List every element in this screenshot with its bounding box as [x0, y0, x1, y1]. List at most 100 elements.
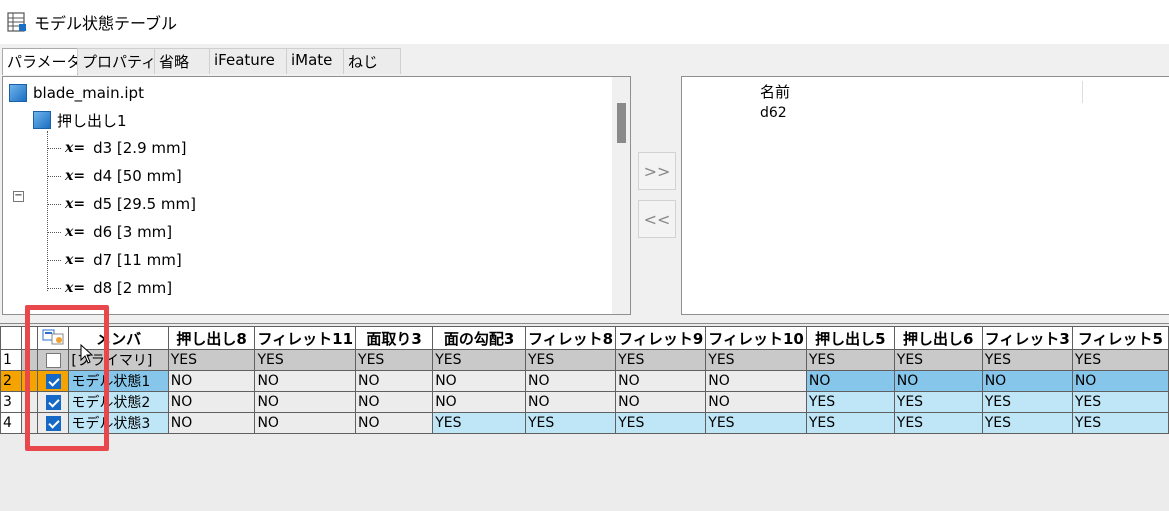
value-cell[interactable]: NO	[167, 412, 256, 434]
remove-parameter-button[interactable]: <<	[638, 200, 676, 238]
column-header[interactable]: 押し出し8	[167, 326, 256, 350]
value-cell[interactable]: NO	[705, 391, 807, 413]
row-number[interactable]: 2	[0, 370, 22, 392]
value-cell[interactable]: NO	[254, 391, 357, 413]
tree-item-param[interactable]: x= d8 [2 mm]	[47, 276, 172, 300]
column-header-name[interactable]: 名前	[760, 81, 790, 102]
value-cell[interactable]: YES	[167, 349, 256, 371]
value-cell[interactable]: YES	[254, 349, 357, 371]
value-cell[interactable]: NO	[254, 370, 357, 392]
value-cell[interactable]: YES	[981, 349, 1073, 371]
value-cell[interactable]: YES	[893, 412, 983, 434]
table-row[interactable]: 3 モデル状態2 NO NO NO NO NO NO NO YES YES YES YES	[0, 391, 1169, 413]
include-cell[interactable]	[37, 349, 70, 371]
value-cell[interactable]: NO	[524, 370, 617, 392]
tab-parameters[interactable]: パラメータ	[2, 48, 82, 75]
member-name-cell[interactable]: モデル状態1	[68, 370, 169, 392]
table-row[interactable]: 4 モデル状態3 NO NO NO YES YES YES YES YES YES YES YES	[0, 412, 1169, 434]
tree-item-param[interactable]: x= d5 [29.5 mm]	[47, 192, 196, 216]
member-name-cell[interactable]: モデル状態2	[68, 391, 169, 413]
tab-suppression[interactable]: 省略	[154, 48, 210, 74]
value-cell[interactable]: NO	[355, 391, 434, 413]
column-header[interactable]: 押し出し6	[893, 326, 983, 350]
tree-item-feature[interactable]: 押し出し1	[33, 108, 127, 132]
value-cell[interactable]: YES	[524, 349, 617, 371]
value-cell[interactable]: YES	[615, 349, 707, 371]
value-cell[interactable]: NO	[167, 370, 256, 392]
value-cell[interactable]: NO	[705, 370, 807, 392]
include-cell[interactable]	[37, 370, 70, 392]
value-cell[interactable]: YES	[805, 349, 895, 371]
column-header[interactable]: フィレット8	[524, 326, 617, 350]
value-cell[interactable]: YES	[615, 412, 707, 434]
value-cell[interactable]: YES	[355, 349, 434, 371]
value-cell[interactable]: YES	[432, 412, 526, 434]
column-header[interactable]: フィレット3	[981, 326, 1073, 350]
member-name-cell[interactable]: モデル状態3	[68, 412, 169, 434]
value-cell[interactable]: NO	[524, 391, 617, 413]
include-checkbox[interactable]	[45, 352, 61, 368]
collapse-icon[interactable]: −	[13, 191, 24, 202]
column-header[interactable]: 面の勾配3	[432, 326, 526, 350]
tab-ifeature[interactable]: iFeature	[209, 48, 287, 74]
value-cell[interactable]: YES	[705, 412, 807, 434]
value-cell[interactable]: YES	[981, 391, 1073, 413]
value-cell[interactable]: YES	[1071, 391, 1169, 413]
value-cell[interactable]: NO	[893, 370, 983, 392]
value-cell[interactable]: NO	[355, 370, 434, 392]
add-parameter-button[interactable]: >>	[638, 152, 676, 190]
value-cell[interactable]: YES	[981, 412, 1073, 434]
value-cell[interactable]: NO	[805, 370, 895, 392]
spacer-cell	[20, 412, 39, 434]
value-cell[interactable]: NO	[615, 370, 707, 392]
tab-thread[interactable]: ねじ	[343, 48, 401, 74]
scroll-thumb[interactable]	[617, 103, 626, 143]
tree-item-param[interactable]: x= d7 [11 mm]	[47, 248, 182, 272]
value-cell[interactable]: YES	[705, 349, 807, 371]
parameter-icon: x=	[65, 252, 86, 268]
value-cell[interactable]: NO	[615, 391, 707, 413]
value-cell[interactable]: YES	[524, 412, 617, 434]
column-header[interactable]: 面取り3	[355, 326, 434, 350]
value-cell[interactable]: NO	[1071, 370, 1169, 392]
row-number[interactable]: 4	[0, 412, 22, 434]
value-cell[interactable]: NO	[981, 370, 1073, 392]
tree-item-param[interactable]: x= d6 [3 mm]	[47, 220, 172, 244]
include-cell[interactable]	[37, 391, 70, 413]
tab-properties[interactable]: プロパティ	[77, 48, 156, 74]
value-cell[interactable]: YES	[893, 349, 983, 371]
column-header[interactable]: フィレット9	[615, 326, 707, 350]
value-cell[interactable]: YES	[805, 391, 895, 413]
include-checkbox[interactable]	[45, 394, 61, 410]
value-cell[interactable]: YES	[1071, 412, 1169, 434]
value-cell[interactable]: NO	[355, 412, 434, 434]
value-cell[interactable]: YES	[805, 412, 895, 434]
value-cell[interactable]: YES	[893, 391, 983, 413]
value-cell[interactable]: NO	[167, 391, 256, 413]
row-number[interactable]: 1	[0, 349, 22, 371]
value-cell[interactable]: NO	[254, 412, 357, 434]
value-cell[interactable]: YES	[1071, 349, 1169, 371]
column-header[interactable]: 押し出し5	[805, 326, 895, 350]
table-row[interactable]: 1 [プライマリ] YES YES YES YES YES YES YES YES YES YES YE…	[0, 349, 1169, 371]
include-checkbox[interactable]	[45, 415, 61, 431]
include-checkbox[interactable]	[45, 373, 61, 389]
tab-imate[interactable]: iMate	[286, 48, 344, 74]
tree-scrollbar[interactable]	[612, 77, 630, 314]
include-column-header[interactable]	[37, 326, 70, 350]
value-cell[interactable]: YES	[432, 349, 526, 371]
column-header[interactable]: フィレット10	[705, 326, 807, 350]
column-divider[interactable]	[1082, 81, 1083, 103]
parameter-icon: x=	[65, 168, 86, 184]
column-header[interactable]: フィレット11	[254, 326, 357, 350]
include-cell[interactable]	[37, 412, 70, 434]
table-row[interactable]: 2 モデル状態1 NO NO NO NO NO NO NO NO NO NO NO	[0, 370, 1169, 392]
selected-parameter-item[interactable]: d62	[760, 105, 787, 121]
row-number[interactable]: 3	[0, 391, 22, 413]
tree-item-root[interactable]: blade_main.ipt	[9, 81, 144, 105]
column-header[interactable]: フィレット5	[1071, 326, 1169, 350]
tree-item-param[interactable]: x= d3 [2.9 mm]	[47, 136, 186, 160]
tree-item-param[interactable]: x= d4 [50 mm]	[47, 164, 182, 188]
value-cell[interactable]: NO	[432, 391, 526, 413]
value-cell[interactable]: NO	[432, 370, 526, 392]
